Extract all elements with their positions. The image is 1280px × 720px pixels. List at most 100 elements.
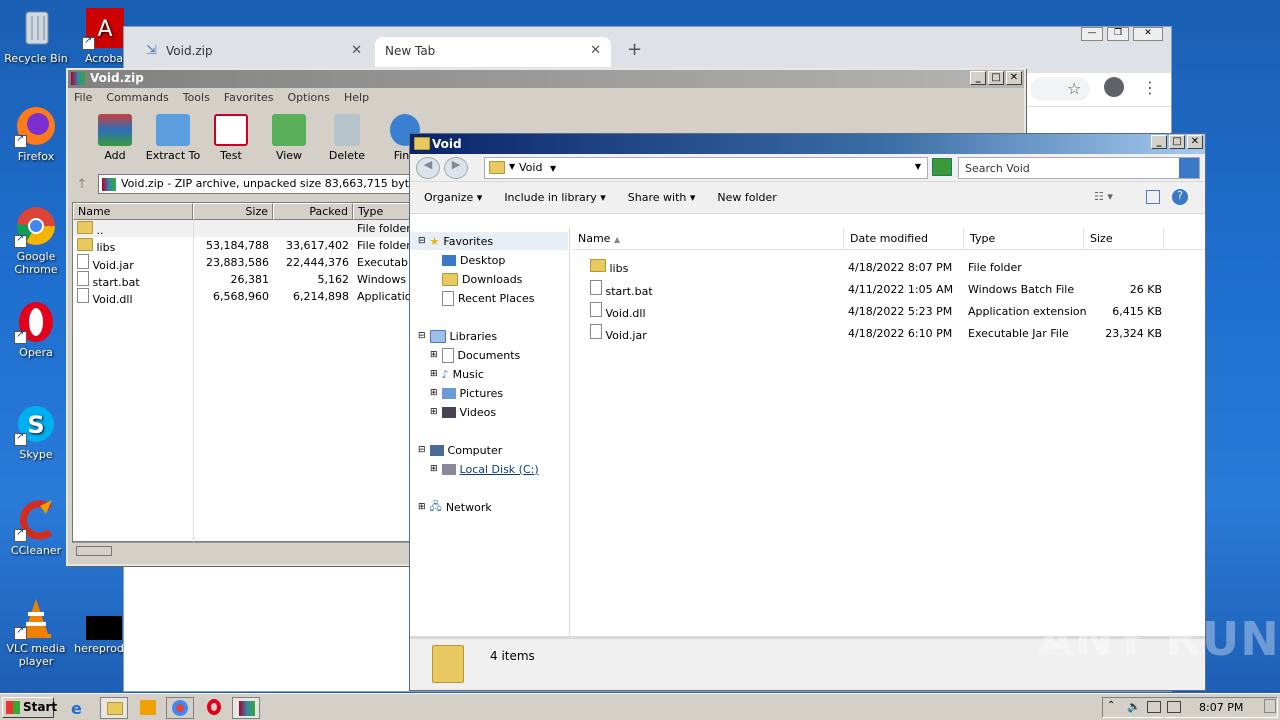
- taskbar-explorer[interactable]: [100, 697, 128, 719]
- organize-button[interactable]: Organize ▾: [424, 191, 482, 204]
- desktop-icon-chrome[interactable]: Google Chrome: [0, 204, 72, 276]
- chrome-tab-new-tab[interactable]: New Tab ✕: [375, 37, 611, 67]
- preview-pane-icon[interactable]: [1146, 190, 1160, 204]
- close-tab-icon[interactable]: ✕: [590, 43, 601, 58]
- clock[interactable]: 8:07 PM: [1199, 701, 1243, 714]
- show-desktop-button[interactable]: [1264, 699, 1276, 713]
- column-name[interactable]: Name ▲: [572, 228, 844, 249]
- expand-icon[interactable]: ⊞: [430, 388, 438, 398]
- expand-icon[interactable]: ⊞: [430, 407, 438, 417]
- chevron-down-icon[interactable]: ▼: [509, 162, 515, 171]
- nav-libraries[interactable]: ⊟ Libraries: [418, 327, 497, 345]
- help-icon[interactable]: ?: [1172, 189, 1188, 205]
- extract-to-button[interactable]: Extract To: [144, 108, 202, 168]
- restore-icon[interactable]: ❐: [1107, 27, 1129, 41]
- start-button[interactable]: Start: [2, 697, 57, 718]
- column-packed[interactable]: Packed: [273, 203, 353, 220]
- column-name[interactable]: Name: [73, 203, 193, 220]
- taskbar-chrome[interactable]: [166, 697, 194, 719]
- taskbar-winrar[interactable]: [232, 697, 260, 719]
- add-button[interactable]: Add: [86, 108, 144, 168]
- list-item[interactable]: Void.dll 4/18/2022 5:23 PM Application e…: [572, 300, 1172, 322]
- menu-favorites[interactable]: Favorites: [224, 91, 274, 105]
- desktop-icon-firefox[interactable]: Firefox: [0, 104, 72, 163]
- collapse-icon[interactable]: ⊟: [418, 445, 426, 455]
- nav-documents[interactable]: ⊞ Documents: [430, 346, 520, 364]
- nav-favorites[interactable]: ⊟ ★ Favorites: [410, 232, 568, 250]
- bookmark-star-icon[interactable]: ☆: [1067, 79, 1081, 98]
- menu-options[interactable]: Options: [288, 91, 330, 105]
- desktop-icon-opera[interactable]: Opera: [0, 300, 72, 359]
- close-tab-icon[interactable]: ✕: [351, 43, 362, 58]
- minimize-icon[interactable]: _: [1151, 135, 1167, 149]
- tray-expand-icon[interactable]: ⌃: [1107, 700, 1115, 711]
- network-tray-icon[interactable]: [1147, 701, 1161, 713]
- column-size[interactable]: Size: [193, 203, 273, 220]
- column-date-modified[interactable]: Date modified: [844, 228, 964, 249]
- delete-button[interactable]: Delete: [318, 108, 376, 168]
- maximize-icon[interactable]: □: [1169, 135, 1185, 149]
- nav-computer[interactable]: ⊟ Computer: [418, 441, 502, 459]
- nav-pictures[interactable]: ⊞ Pictures: [430, 384, 503, 402]
- expand-icon[interactable]: ⊞: [418, 502, 426, 512]
- nav-downloads[interactable]: Downloads: [442, 270, 522, 288]
- desktop-icon-recycle-bin[interactable]: Recycle Bin: [0, 6, 72, 65]
- expand-icon[interactable]: ⊞: [430, 369, 438, 379]
- close-icon[interactable]: ✕: [1187, 135, 1203, 149]
- chevron-down-icon[interactable]: ▼: [550, 164, 556, 173]
- maximize-icon[interactable]: □: [988, 71, 1004, 85]
- menu-file[interactable]: File: [74, 91, 92, 105]
- volume-icon[interactable]: 🔈: [1127, 700, 1141, 713]
- expand-icon[interactable]: ⊞: [430, 464, 438, 474]
- collapse-icon[interactable]: ⊟: [418, 331, 426, 341]
- nav-music[interactable]: ⊞ ♪ Music: [430, 365, 484, 383]
- include-in-library-button[interactable]: Include in library ▾: [504, 191, 605, 204]
- list-item[interactable]: libs 4/18/2022 8:07 PM File folder: [572, 256, 1172, 278]
- collapse-icon[interactable]: ⊟: [418, 236, 426, 246]
- back-button[interactable]: ◀: [416, 157, 440, 179]
- column-type[interactable]: Type: [964, 228, 1084, 249]
- history-dropdown-icon[interactable]: ▼: [915, 162, 921, 171]
- nav-recent-places[interactable]: Recent Places: [442, 289, 535, 307]
- libraries-icon: [429, 329, 446, 343]
- nav-network[interactable]: ⊞ 🖧 Network: [418, 498, 492, 516]
- desktop-icon-skype[interactable]: S Skype: [0, 402, 72, 461]
- search-icon[interactable]: [1179, 158, 1199, 178]
- taskbar-opera[interactable]: [200, 697, 228, 719]
- view-button[interactable]: View: [260, 108, 318, 168]
- close-icon[interactable]: ✕: [1133, 27, 1163, 41]
- test-button[interactable]: Test: [202, 108, 260, 168]
- close-icon[interactable]: ✕: [1006, 71, 1022, 85]
- menu-commands[interactable]: Commands: [106, 91, 168, 105]
- menu-tools[interactable]: Tools: [183, 91, 210, 105]
- list-item[interactable]: start.bat 4/11/2022 1:05 AM Windows Batc…: [572, 278, 1172, 300]
- up-arrow-icon[interactable]: ↑: [72, 177, 92, 192]
- chrome-tab-void-zip[interactable]: ⇲ Void.zip ✕: [136, 37, 372, 67]
- list-item[interactable]: Void.jar 4/18/2022 6:10 PM Executable Ja…: [572, 322, 1172, 344]
- share-with-button[interactable]: Share with ▾: [628, 191, 696, 204]
- nav-local-disk[interactable]: ⊞ Local Disk (C:): [430, 460, 539, 478]
- action-center-icon[interactable]: [1167, 701, 1181, 713]
- menu-kebab-icon[interactable]: ⋮: [1142, 78, 1158, 97]
- taskbar-ie[interactable]: e: [66, 697, 94, 719]
- new-folder-button[interactable]: New folder: [717, 191, 776, 204]
- view-options-icon[interactable]: ☷ ▾: [1094, 190, 1113, 203]
- taskbar-media-player[interactable]: [134, 697, 162, 719]
- desktop-icon-vlc[interactable]: VLC media player: [0, 596, 72, 668]
- forward-button[interactable]: ▶: [444, 157, 468, 179]
- breadcrumb[interactable]: Void: [519, 161, 542, 174]
- nav-desktop[interactable]: Desktop: [442, 251, 505, 269]
- menu-help[interactable]: Help: [344, 91, 369, 105]
- address-bar[interactable]: ▼ Void ▼ ▼: [484, 157, 928, 179]
- new-tab-button[interactable]: +: [627, 39, 642, 60]
- search-box[interactable]: Search Void: [958, 157, 1200, 179]
- desktop-icon-ccleaner[interactable]: CCleaner: [0, 498, 72, 557]
- profile-icon[interactable]: [1104, 77, 1124, 97]
- desktop-icon-hereprod[interactable]: hereprod: [72, 616, 126, 655]
- minimize-icon[interactable]: —: [1081, 27, 1103, 41]
- column-size[interactable]: Size: [1084, 228, 1164, 249]
- nav-videos[interactable]: ⊞ Videos: [430, 403, 496, 421]
- refresh-icon[interactable]: [932, 158, 952, 176]
- expand-icon[interactable]: ⊞: [430, 350, 438, 360]
- minimize-icon[interactable]: _: [970, 71, 986, 85]
